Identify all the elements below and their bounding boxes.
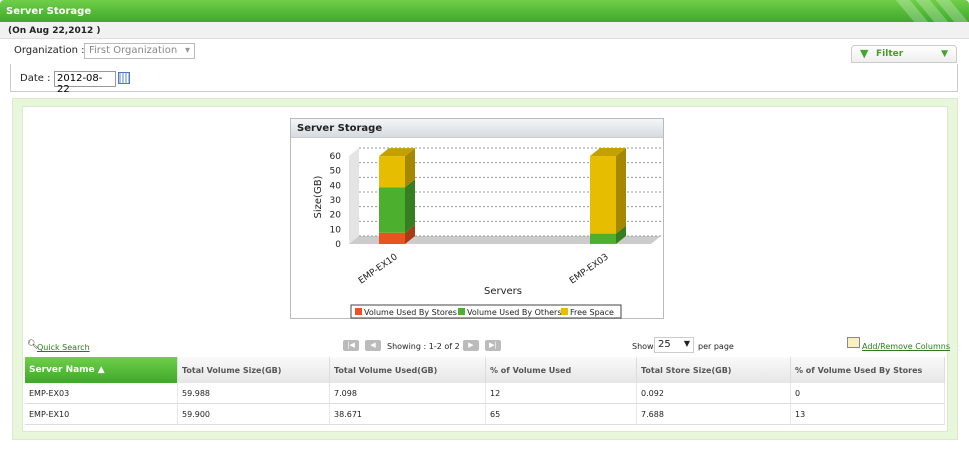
filter-label: Filter bbox=[876, 49, 904, 59]
organization-label: Organization : bbox=[14, 45, 85, 56]
table-cell: EMP-EX03 bbox=[25, 383, 178, 404]
y-tick-label: 10 bbox=[330, 225, 342, 235]
chart-svg: 0 10 20 30 40 50 60 EMP-EX10 EMP-EX03 Servers Size… bbox=[313, 147, 661, 319]
table-cell: 0 bbox=[791, 383, 945, 404]
y-tick-label: 0 bbox=[335, 240, 341, 250]
y-tick-label: 30 bbox=[330, 196, 342, 206]
date-subtitle: (On Aug 22,2012 ) bbox=[0, 22, 969, 39]
legend-swatch bbox=[561, 308, 568, 315]
legend-swatch bbox=[355, 308, 362, 315]
column-header[interactable]: Server Name ▲ bbox=[25, 357, 178, 383]
bar-segment-side bbox=[405, 179, 415, 233]
chevron-down-icon: ▼ bbox=[941, 49, 948, 59]
legend-swatch bbox=[458, 308, 465, 315]
table-cell: 59.988 bbox=[178, 383, 330, 404]
prev-page-button[interactable]: ◀ bbox=[365, 340, 381, 351]
pagination-status: Showing : 1-2 of 2 bbox=[387, 342, 460, 351]
chevron-down-icon: ▼ bbox=[683, 339, 690, 348]
table-cell: 38.671 bbox=[330, 404, 486, 425]
column-header[interactable]: % of Volume Used By Stores bbox=[791, 357, 945, 383]
show-label: Show bbox=[632, 342, 654, 351]
bar-segment bbox=[379, 156, 405, 188]
bar-segment-side bbox=[616, 148, 626, 234]
table-cell: 0.092 bbox=[637, 383, 791, 404]
panel-header: Server Storage bbox=[0, 0, 969, 22]
bar-segment bbox=[379, 187, 405, 233]
bar-segment bbox=[590, 233, 616, 244]
filter-button[interactable]: ▼ Filter ▼ bbox=[851, 45, 957, 63]
x-tick-label: EMP-EX10 bbox=[357, 252, 400, 286]
y-axis-title: Size(GB) bbox=[313, 175, 324, 218]
chevron-down-icon: ▾ bbox=[184, 45, 190, 56]
column-header[interactable]: Total Volume Used(GB) bbox=[330, 357, 486, 383]
funnel-icon: ▼ bbox=[860, 47, 869, 60]
add-remove-columns-link[interactable]: Add/Remove Columns bbox=[862, 342, 950, 351]
panel-title: Server Storage bbox=[6, 6, 92, 17]
table-cell: 65 bbox=[486, 404, 637, 425]
edit-columns-icon bbox=[847, 337, 860, 348]
column-header[interactable]: Total Store Size(GB) bbox=[637, 357, 791, 383]
table-cell: 7.098 bbox=[330, 383, 486, 404]
organization-select[interactable]: First Organization ▾ bbox=[84, 43, 195, 59]
last-page-button[interactable]: ▶| bbox=[485, 340, 501, 351]
x-axis-title: Servers bbox=[484, 286, 522, 297]
bar-segment bbox=[379, 232, 405, 244]
column-header[interactable]: Total Volume Size(GB) bbox=[178, 357, 330, 383]
quick-search-link[interactable]: Quick Search bbox=[37, 343, 90, 352]
page-size-value: 25 bbox=[658, 339, 671, 350]
calendar-icon[interactable] bbox=[118, 72, 130, 84]
table-cell: 13 bbox=[791, 404, 945, 425]
organization-value: First Organization bbox=[89, 45, 178, 56]
first-page-button[interactable]: |◀ bbox=[343, 340, 359, 351]
date-filter-panel bbox=[10, 64, 958, 92]
legend-label: Volume Used By Stores bbox=[364, 308, 457, 317]
table-cell: 12 bbox=[486, 383, 637, 404]
y-tick-label: 40 bbox=[330, 181, 342, 191]
chart-panel: Server Storage 0 10 20 30 40 50 60 EMP-EX10 EMP-… bbox=[290, 118, 664, 319]
per-page-label: per page bbox=[698, 342, 734, 351]
x-tick-label: EMP-EX03 bbox=[568, 252, 611, 286]
page-size-select[interactable]: 25 ▼ bbox=[654, 337, 694, 353]
bar-segment bbox=[590, 156, 616, 234]
date-label: Date : bbox=[20, 73, 51, 84]
legend-label: Volume Used By Others bbox=[467, 308, 562, 317]
table-cell: EMP-EX10 bbox=[25, 404, 178, 425]
chart-side-wall bbox=[349, 148, 359, 244]
y-tick-label: 60 bbox=[330, 152, 342, 162]
y-tick-label: 50 bbox=[330, 167, 342, 177]
legend-label: Free Space bbox=[570, 308, 614, 317]
table-cell: 7.688 bbox=[637, 404, 791, 425]
column-header[interactable]: % of Volume Used bbox=[486, 357, 637, 383]
next-page-button[interactable]: ▶ bbox=[463, 340, 479, 351]
table-cell: 59.900 bbox=[178, 404, 330, 425]
chart-title: Server Storage bbox=[291, 119, 663, 138]
date-input[interactable]: 2012-08-22 bbox=[54, 71, 116, 95]
y-tick-label: 20 bbox=[330, 211, 342, 221]
